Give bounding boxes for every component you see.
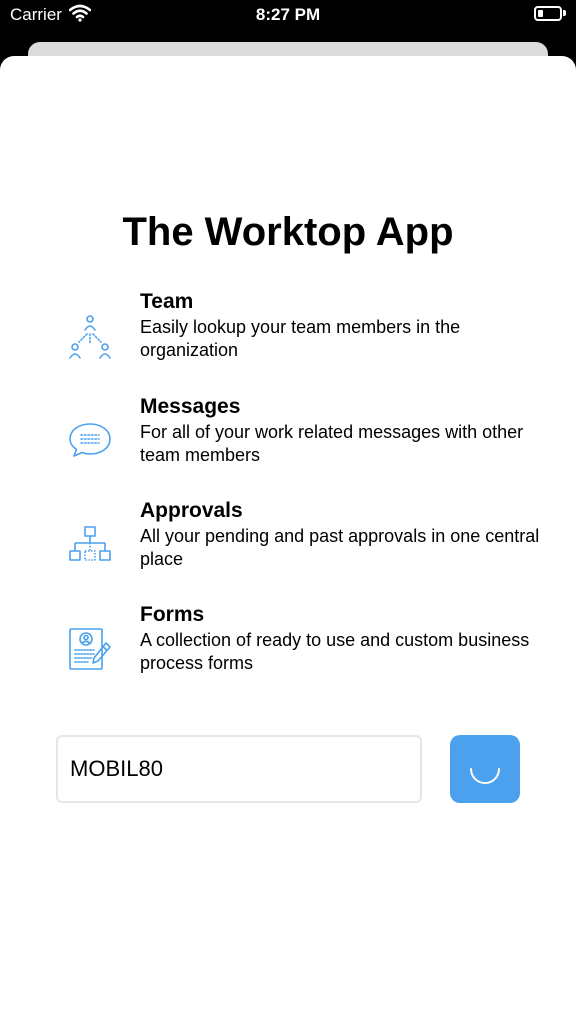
feature-heading: Forms	[140, 603, 205, 626]
feature-heading: Team	[140, 290, 194, 313]
submit-button[interactable]	[450, 735, 520, 803]
feature-description: For all of your work related messages wi…	[140, 422, 524, 465]
company-code-input[interactable]	[56, 735, 422, 803]
feature-description: Easily lookup your team members in the o…	[140, 317, 461, 360]
forms-icon	[69, 628, 111, 670]
team-icon	[69, 315, 111, 359]
feature-description: A collection of ready to use and custom …	[140, 630, 530, 673]
feature-heading: Messages	[140, 395, 241, 418]
app-title: The Worktop App	[122, 210, 454, 254]
clock: 8:27 PM	[255, 5, 321, 24]
feature-forms: Forms A collection of ready to use and c…	[0, 603, 576, 693]
feature-description: All your pending and past approvals in o…	[140, 526, 540, 569]
messages-icon	[69, 423, 111, 457]
status-bar: Carrier 8:27 PM	[0, 0, 576, 32]
feature-team: Team Easily lookup your team members in …	[0, 290, 576, 380]
feature-messages: Messages For all of your work related me…	[0, 395, 576, 485]
feature-approvals: Approvals All your pending and past appr…	[0, 499, 576, 589]
battery-nub	[563, 10, 566, 16]
approvals-icon	[69, 526, 111, 561]
loading-spinner-icon	[470, 768, 500, 784]
feature-heading: Approvals	[140, 499, 243, 522]
battery-icon	[534, 6, 562, 21]
